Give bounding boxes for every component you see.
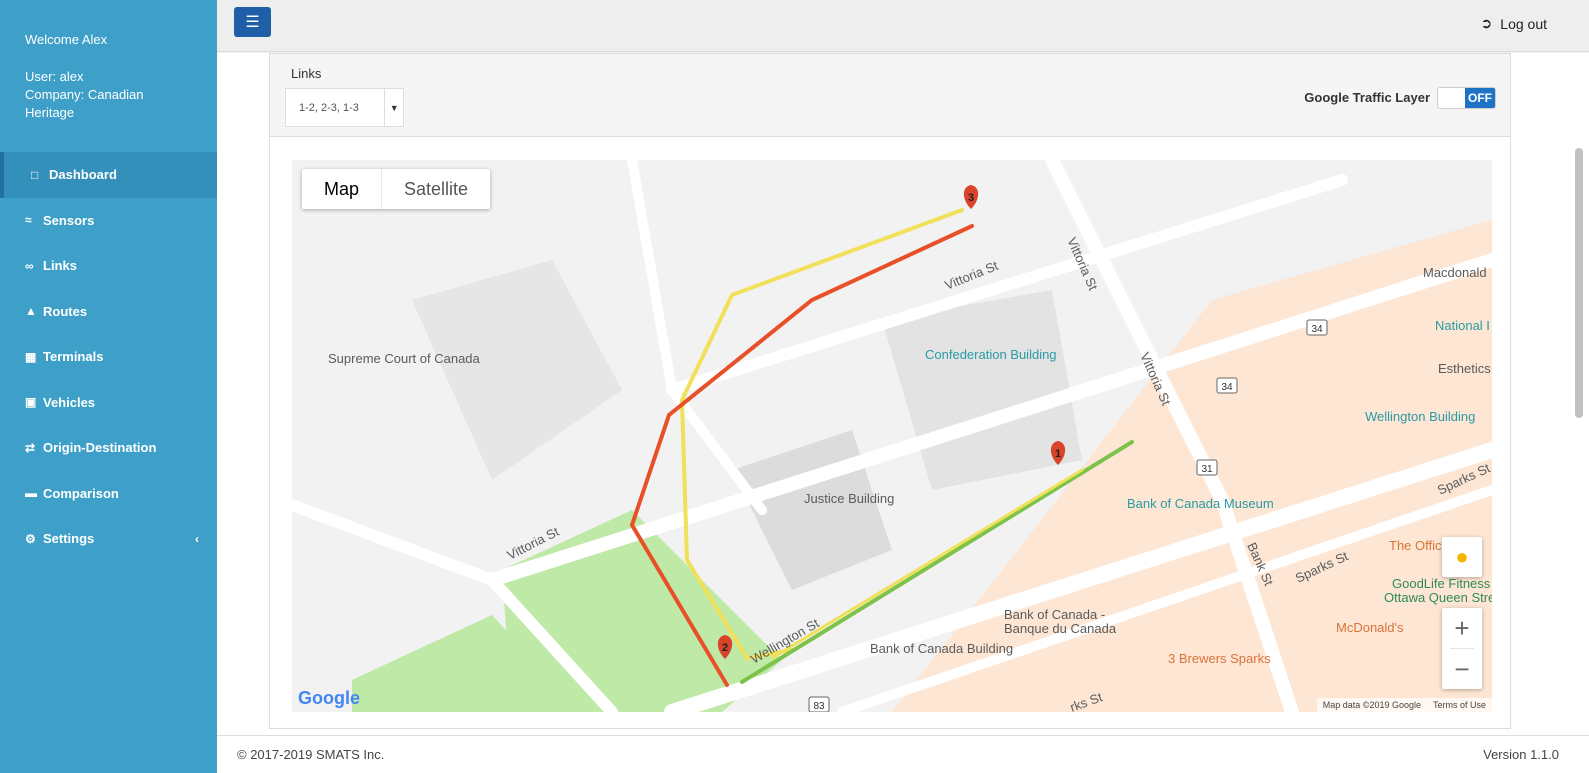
sidebar-item-label: Settings: [43, 531, 95, 547]
marker-1-label: 1: [1055, 448, 1061, 460]
top-bar: ☰ ➲ Log out: [217, 0, 1589, 52]
highway-shield-31-label: 31: [1201, 464, 1213, 475]
filter-bar: Links 1-2, 2-3, 1-3 ▼ Google Traffic Lay…: [270, 54, 1510, 137]
poi-bank-building: Bank of Canada Building: [870, 641, 1013, 656]
user-name: User: alex: [25, 69, 84, 84]
poi-goodlife: GoodLife Fitness: [1392, 576, 1491, 591]
page-scrollbar[interactable]: [1571, 53, 1589, 735]
welcome-text: Welcome Alex: [25, 32, 108, 47]
poi-office: The Offic: [1389, 538, 1442, 553]
poi-goodlife-2: Ottawa Queen Stree: [1384, 590, 1492, 605]
sidebar-item-settings[interactable]: ⚙ Settings ‹: [0, 516, 217, 562]
sidebar-item-vehicles[interactable]: ▣ Vehicles: [0, 380, 217, 426]
marker-3-label: 3: [968, 192, 974, 204]
menu-toggle-button[interactable]: ☰: [234, 7, 271, 37]
gear-icon: ⚙: [25, 531, 36, 546]
scrollbar-thumb[interactable]: [1575, 148, 1583, 418]
sidebar-item-terminals[interactable]: ▦ Terminals: [0, 334, 217, 380]
poi-supreme-court: Supreme Court of Canada: [328, 351, 481, 366]
toggle-knob: [1438, 88, 1465, 108]
sidebar: Welcome Alex User: alex Company: Canadia…: [0, 0, 217, 773]
map-data-text: Map data ©2019 Google: [1322, 700, 1421, 710]
zoom-out-button[interactable]: −: [1442, 649, 1482, 689]
shuffle-icon: ⇄: [25, 440, 36, 455]
road-icon: ▲: [25, 304, 37, 319]
highway-shield-31: 31: [1196, 459, 1218, 476]
main-content: Links 1-2, 2-3, 1-3 ▼ Google Traffic Lay…: [217, 53, 1589, 735]
sign-out-icon: ➲: [1480, 15, 1493, 31]
bus-icon: ▣: [25, 395, 37, 410]
sidebar-item-sensors[interactable]: ≈ Sensors: [0, 198, 217, 244]
street-view-pegman[interactable]: ●: [1442, 537, 1482, 577]
highway-shield-34b: 34: [1216, 377, 1238, 394]
links-label: Links: [291, 66, 322, 81]
sidebar-item-origin-destination[interactable]: ⇄ Origin-Destination: [0, 425, 217, 471]
map-type-control: Map Satellite: [302, 169, 491, 209]
sidebar-item-comparison[interactable]: ▬ Comparison: [0, 471, 217, 517]
logout-button[interactable]: ➲ Log out: [1481, 15, 1547, 32]
sidebar-item-dashboard[interactable]: □ Dashboard: [0, 152, 217, 198]
map-type-satellite-button[interactable]: Satellite: [382, 169, 490, 209]
traffic-layer-toggle[interactable]: OFF: [1437, 87, 1496, 109]
google-logo: Google: [298, 688, 360, 709]
sidebar-item-label: Sensors: [43, 212, 95, 228]
sidebar-item-label: Terminals: [43, 349, 104, 365]
poi-mcdonalds: McDonald's: [1336, 620, 1404, 635]
sidebar-item-label: Links: [43, 258, 77, 274]
poi-wellington-building: Wellington Building: [1365, 409, 1475, 424]
poi-justice-building: Justice Building: [804, 491, 894, 506]
sidebar-item-label: Routes: [43, 303, 88, 319]
highway-shield-34b-label: 34: [1221, 382, 1233, 393]
poi-esthetics: Esthetics: [1438, 361, 1491, 376]
sidebar-item-label: Vehicles: [43, 394, 96, 410]
poi-brewers: 3 Brewers Sparks: [1168, 651, 1271, 666]
toggle-state: OFF: [1465, 88, 1495, 108]
link-icon: ∞: [25, 258, 34, 273]
poi-national: National I: [1435, 318, 1490, 333]
hamburger-icon: ☰: [245, 14, 260, 31]
version-text: Version 1.1.0: [1483, 747, 1559, 762]
map-attribution: Map data ©2019 Google Terms of Use: [1316, 698, 1492, 712]
minus-icon: −: [1454, 653, 1470, 684]
sidebar-item-links[interactable]: ∞ Links: [0, 243, 217, 289]
links-select-value: 1-2, 2-3, 1-3: [299, 101, 359, 114]
poi-bank-museum: Bank of Canada Museum: [1127, 496, 1274, 511]
plus-icon: +: [1454, 612, 1470, 643]
footer: © 2017-2019 SMATS Inc. Version 1.1.0: [217, 735, 1589, 773]
zoom-in-button[interactable]: +: [1442, 608, 1482, 648]
sidebar-nav: □ Dashboard ≈ Sensors ∞ Links ▲ Routes ▦…: [0, 152, 217, 562]
logout-label: Log out: [1500, 15, 1547, 32]
poi-bank-canada: Bank of Canada -: [1004, 607, 1105, 622]
map-icon: □: [31, 167, 39, 182]
highway-shield-34a: 34: [1306, 319, 1328, 336]
google-logo-text: Google: [298, 688, 360, 708]
chevron-left-icon: ‹: [195, 531, 199, 546]
highway-shield-83-label: 83: [813, 701, 825, 712]
highway-shield-83: 83: [808, 696, 830, 712]
marker-2-label: 2: [722, 642, 728, 654]
wifi-icon: ≈: [25, 213, 32, 228]
hdd-icon: ▬: [25, 486, 37, 501]
pegman-icon: ●: [1455, 544, 1469, 569]
user-info: User: alex Company: Canadian Heritage: [25, 68, 195, 122]
poi-confederation-building: Confederation Building: [925, 347, 1057, 362]
sidebar-item-label: Origin-Destination: [43, 440, 157, 456]
terms-link[interactable]: Terms of Use: [1433, 700, 1486, 710]
map-canvas: 3 1 2 Supreme Court of Canada Confederat…: [292, 160, 1492, 712]
sidebar-item-label: Comparison: [43, 485, 119, 501]
links-select[interactable]: 1-2, 2-3, 1-3 ▼: [285, 88, 404, 127]
copyright-text: © 2017-2019 SMATS Inc.: [237, 747, 385, 762]
highway-shield-34a-label: 34: [1311, 324, 1323, 335]
zoom-control: + −: [1442, 608, 1482, 689]
company-name: Company: Canadian Heritage: [25, 87, 144, 120]
google-map[interactable]: 3 1 2 Supreme Court of Canada Confederat…: [292, 160, 1492, 712]
sidebar-item-routes[interactable]: ▲ Routes: [0, 289, 217, 335]
map-type-map-button[interactable]: Map: [302, 169, 383, 209]
poi-bank-canada-fr: Banque du Canada: [1004, 621, 1117, 636]
caret-down-icon: ▼: [384, 89, 403, 126]
grid-icon: ▦: [25, 349, 37, 364]
sidebar-item-label: Dashboard: [49, 167, 117, 183]
traffic-layer-label: Google Traffic Layer: [1304, 90, 1430, 105]
poi-macdonald: Macdonald: [1423, 265, 1487, 280]
